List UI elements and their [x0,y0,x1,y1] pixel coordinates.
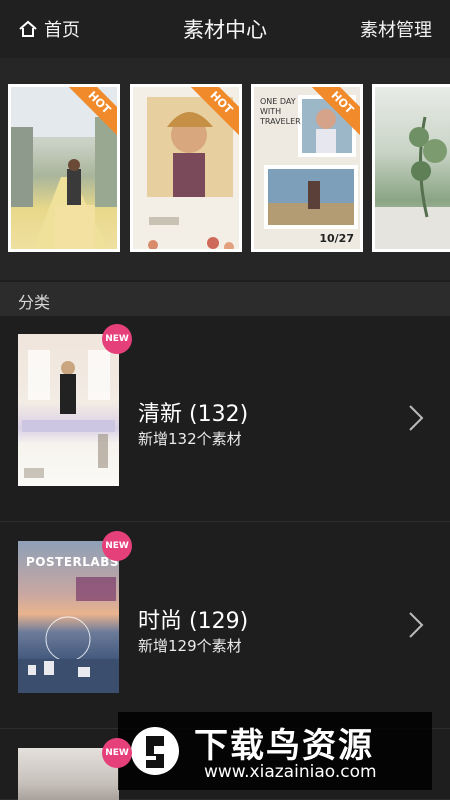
caption-text: ONE DAY WITH TRAVELER [260,97,301,126]
category-item-fashion[interactable]: POSTERLABS NEW 时尚 (129) 新增129个素材 [0,523,450,729]
category-item-fresh[interactable]: NEW 清新 (132) 新增132个素材 [0,316,450,522]
featured-card[interactable]: ONE DAY WITH TRAVELER 10/27 HOT [251,84,363,252]
home-button[interactable]: 首页 [18,16,80,42]
home-icon [19,20,37,37]
category-thumbnail: POSTERLABS [18,541,119,693]
category-count: 新增129个素材 [138,637,242,655]
date-label: 10/27 [319,232,354,245]
manage-button[interactable]: 素材管理 [360,16,432,42]
watermark-overlay: 下载鸟资源 www.xiazainiao.com [118,712,432,790]
bird-logo-icon [131,727,179,775]
top-bar: 首页 素材中心 素材管理 [0,0,450,58]
watermark-url: www.xiazainiao.com [204,762,377,782]
chevron-right-icon [409,612,424,638]
category-count: 新增132个素材 [138,430,242,448]
section-title: 分类 [18,293,51,312]
new-badge: NEW [102,324,132,354]
new-badge: NEW [102,738,132,768]
category-name: 时尚 (129) [138,609,249,634]
category-name: 清新 (132) [138,402,249,427]
featured-card[interactable] [372,84,450,252]
chevron-right-icon [409,405,424,431]
featured-card[interactable]: HOT [130,84,242,252]
new-badge: NEW [102,531,132,561]
home-label: 首页 [44,20,80,41]
featured-card[interactable]: HOT [8,84,120,252]
plant-template-image [375,116,450,249]
watermark-text: 下载鸟资源 [194,726,374,766]
featured-carousel[interactable]: HOT HOT ONE DAY WITH TRAVELER 10/27 HOT [0,58,450,280]
category-thumbnail [18,334,119,486]
category-section-header: 分类 [0,282,450,316]
